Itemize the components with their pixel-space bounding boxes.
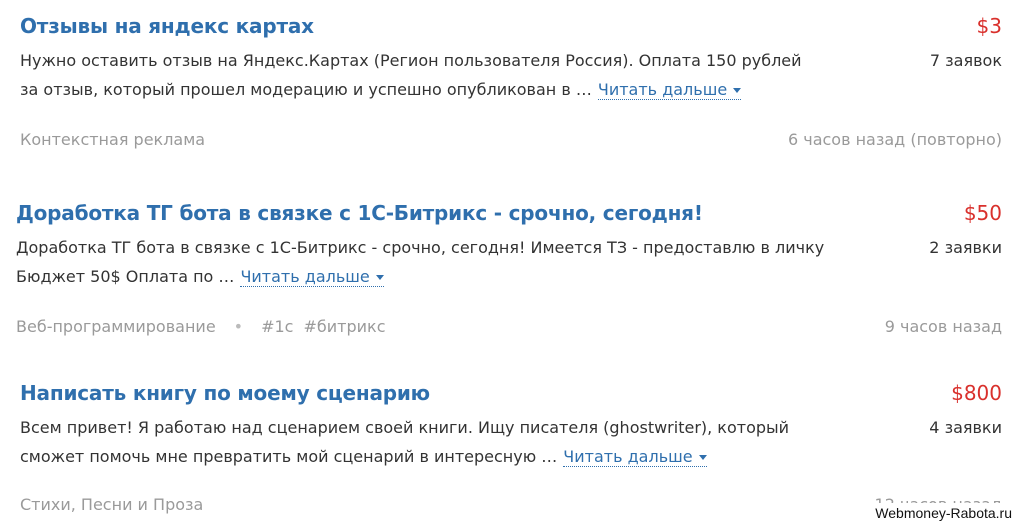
job-category[interactable]: Веб-программирование — [16, 317, 216, 336]
job-description: Нужно оставить отзыв на Яндекс.Картах (Р… — [20, 46, 820, 104]
read-more-link[interactable]: Читать дальше — [240, 267, 384, 287]
read-more-label: Читать дальше — [563, 447, 693, 466]
job-title[interactable]: Доработка ТГ бота в связке с 1С-Битрикс … — [16, 201, 703, 225]
job-category[interactable]: Стихи, Песни и Проза — [20, 495, 203, 514]
caret-down-icon — [733, 88, 742, 93]
read-more-link[interactable]: Читать дальше — [563, 447, 707, 467]
job-time: 6 часов назад (повторно) — [787, 130, 1002, 149]
job-meta: Веб-программирование • #1c #битрикс 9 часов… — [16, 317, 1002, 336]
job-description: Всем привет! Я работаю над сценарием сво… — [20, 413, 810, 471]
job-price: $3 — [976, 14, 1002, 38]
job-card: Отзывы на яндекс картах $3 Нужно оставит… — [20, 14, 1002, 164]
caret-down-icon — [375, 275, 384, 280]
job-tag[interactable]: #битрикс — [303, 317, 385, 336]
job-bids-count: 4 заявки — [929, 418, 1002, 437]
job-price: $800 — [951, 381, 1002, 405]
site-watermark: Webmoney-Rabota.ru — [871, 503, 1016, 523]
read-more-label: Читать дальше — [240, 267, 370, 286]
job-meta: Контекстная реклама 6 часов назад (повто… — [20, 130, 1002, 149]
job-description-text: Доработка ТГ бота в связке с 1С-Битрикс … — [16, 238, 825, 286]
job-category[interactable]: Контекстная реклама — [20, 130, 205, 149]
job-tag[interactable]: #1c — [261, 317, 293, 336]
caret-down-icon — [698, 455, 707, 460]
job-meta: Стихи, Песни и Проза 12 часов назад — [20, 495, 1002, 514]
job-price: $50 — [963, 201, 1002, 225]
separator-dot: • — [233, 317, 244, 336]
job-title[interactable]: Написать книгу по моему сценарию — [20, 381, 430, 405]
read-more-label: Читать дальше — [597, 80, 728, 99]
job-time: 9 часов назад — [884, 317, 1002, 336]
job-card: Написать книгу по моему сценарию $800 Вс… — [20, 381, 1002, 529]
job-bids-count: 7 заявок — [929, 51, 1002, 70]
job-title[interactable]: Отзывы на яндекс картах — [20, 14, 314, 38]
job-card: Доработка ТГ бота в связке с 1С-Битрикс … — [16, 201, 1002, 351]
job-bids-count: 2 заявки — [929, 238, 1002, 257]
read-more-link[interactable]: Читать дальше — [597, 80, 742, 100]
job-description: Доработка ТГ бота в связке с 1С-Битрикс … — [16, 233, 830, 291]
